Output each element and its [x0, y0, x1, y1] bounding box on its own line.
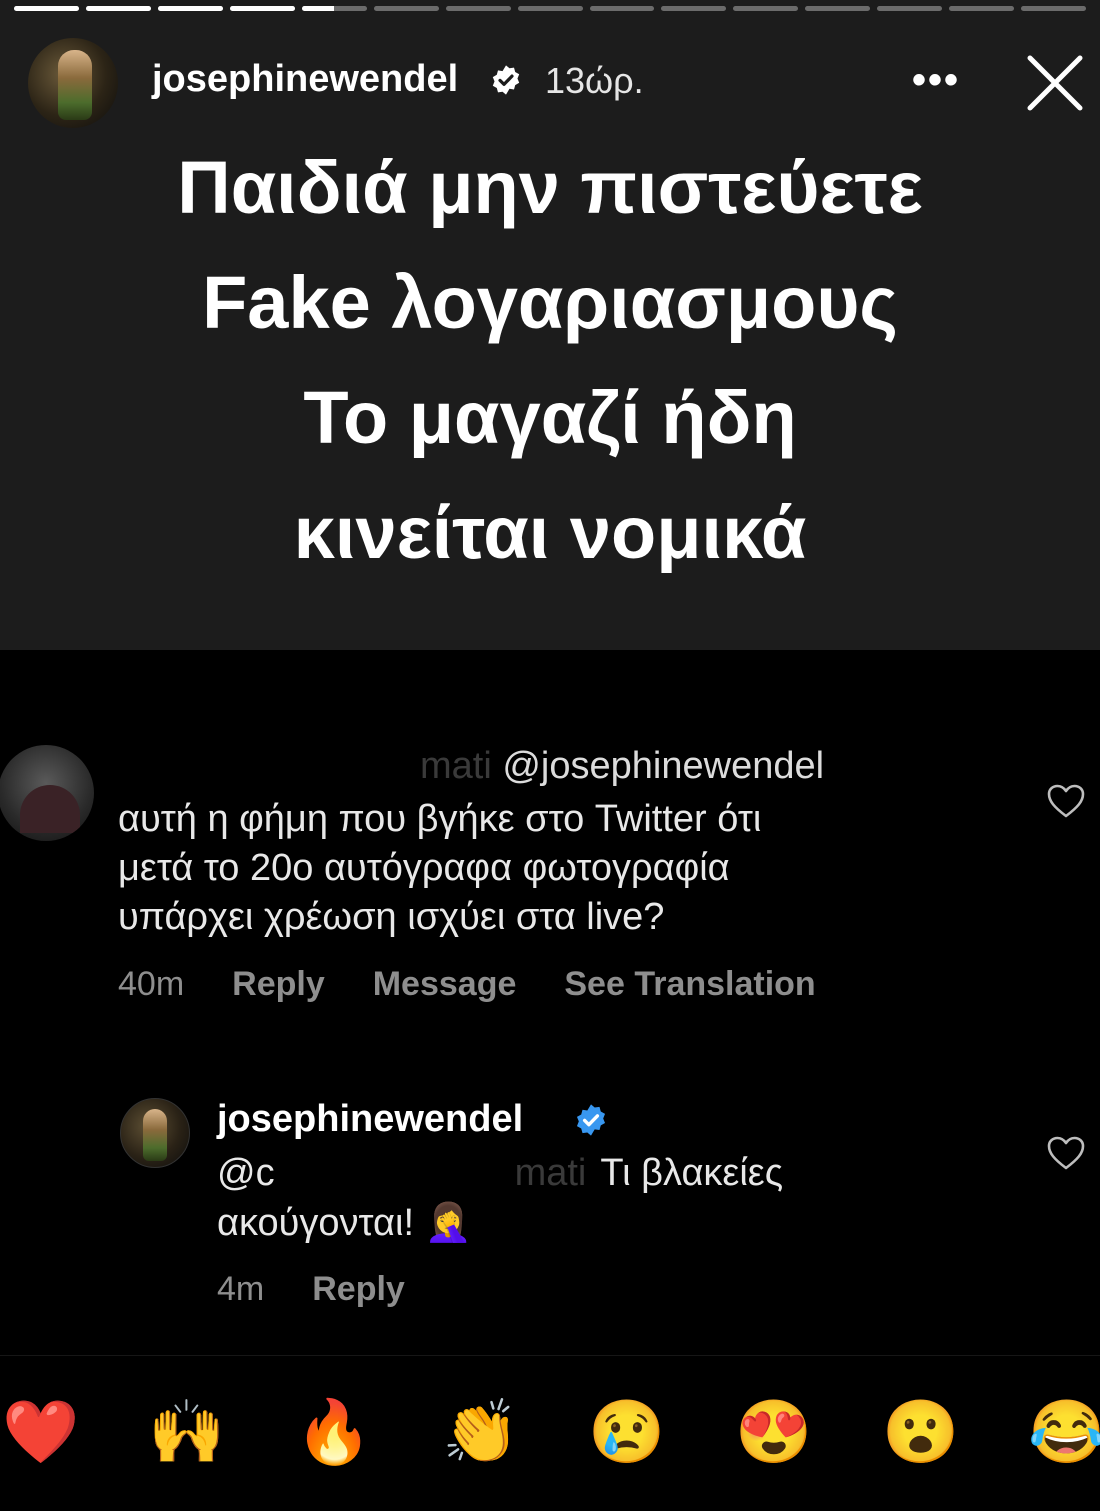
- verified-badge-icon: [492, 65, 520, 95]
- story-text-line: Το μαγαζί ήδη: [303, 376, 797, 459]
- reply-time: 4m: [217, 1270, 265, 1308]
- story-progress-segment: [805, 6, 871, 11]
- story-author-avatar[interactable]: [28, 38, 118, 128]
- reply-button[interactable]: Reply: [232, 965, 325, 1003]
- story-text-overlay: Παιδιά μην πιστεύετε Fake λογαριασμους Τ…: [0, 130, 1100, 590]
- reply-text-line: ακούγονται!: [217, 1202, 414, 1244]
- story-author-username[interactable]: josephinewendel: [152, 58, 458, 101]
- reaction-laughing[interactable]: 😂: [1028, 1395, 1100, 1471]
- see-translation-button[interactable]: See Translation: [564, 965, 815, 1003]
- more-options-button[interactable]: •••: [912, 58, 960, 103]
- reply-text-line: Τι βλακείες: [600, 1152, 784, 1194]
- story-progress-segment: [877, 6, 943, 11]
- reaction-surprised[interactable]: 😮: [882, 1395, 959, 1471]
- story-text-line: Fake λογαριασμους: [202, 261, 898, 344]
- story-progress-segment: [301, 6, 367, 11]
- story-progress-segment: [733, 6, 799, 11]
- comment-text: αυτή η φήμη που βγήκε στο Twitter ότι με…: [118, 795, 998, 942]
- reaction-fire[interactable]: 🔥: [295, 1395, 372, 1471]
- reply-text: @c mati Τι βλακείες ακούγονται! 🤦‍♀️: [217, 1148, 783, 1248]
- commenter-username[interactable]: mati: [420, 745, 492, 787]
- story-progress-segment: [589, 6, 655, 11]
- comment-text-line: υπάρχει χρέωση ισχύει στα live?: [118, 896, 665, 938]
- story-progress-segment: [517, 6, 583, 11]
- story-timestamp: 13ώρ.: [545, 60, 644, 101]
- story-progress-segment: [445, 6, 511, 11]
- story-progress-segment: [1021, 6, 1087, 11]
- divider: [0, 1355, 1100, 1356]
- comment-meta: 40m Reply Message See Translation: [118, 965, 864, 1004]
- story-text-line: κινείται νομικά: [293, 491, 807, 574]
- story-progress-segment: [949, 6, 1015, 11]
- face-palm-emoji: 🤦‍♀️: [424, 1202, 472, 1244]
- comment-text-line: μετά το 20ο αυτόγραφα φωτογραφία: [118, 847, 730, 889]
- story-panel: josephinewendel 13ώρ. ••• Παιδιά μην πισ…: [0, 0, 1100, 650]
- reaction-crying[interactable]: 😢: [588, 1395, 665, 1471]
- reply-author-username[interactable]: josephinewendel: [217, 1098, 523, 1141]
- story-progress-segment: [661, 6, 727, 11]
- reaction-heart[interactable]: ❤️: [2, 1395, 79, 1471]
- comment-mention[interactable]: @josephinewendel: [502, 745, 824, 787]
- comment-text-line: αυτή η φήμη που βγήκε στο Twitter ότι: [118, 798, 762, 840]
- story-progress-bar: [14, 6, 1087, 12]
- comment-header: mati @josephinewendel: [420, 745, 824, 788]
- story-progress-segment: [373, 6, 439, 11]
- reaction-raising-hands[interactable]: 🙌: [148, 1395, 225, 1471]
- story-progress-segment: [229, 6, 295, 11]
- comment-time: 40m: [118, 965, 185, 1003]
- like-heart-icon[interactable]: [1046, 1135, 1086, 1171]
- quick-reactions-bar: ❤️ 🙌 🔥 👏 😢 😍 😮 😂: [0, 1395, 1100, 1485]
- message-button[interactable]: Message: [373, 965, 517, 1003]
- reply-mention-fragment[interactable]: mati: [515, 1152, 587, 1194]
- reply-mention[interactable]: @c: [217, 1152, 275, 1194]
- story-progress-segment: [85, 6, 151, 11]
- verified-badge-icon: [576, 1104, 606, 1136]
- close-icon[interactable]: [1026, 54, 1084, 112]
- story-progress-segment: [157, 6, 223, 11]
- story-progress-segment: [14, 6, 79, 11]
- reaction-heart-eyes[interactable]: 😍: [735, 1395, 812, 1471]
- commenter-avatar[interactable]: [0, 745, 94, 841]
- like-heart-icon[interactable]: [1046, 783, 1086, 819]
- reply-author-avatar[interactable]: [120, 1098, 190, 1168]
- reply-button[interactable]: Reply: [312, 1270, 405, 1308]
- reaction-clapping[interactable]: 👏: [442, 1395, 519, 1471]
- story-text-line: Παιδιά μην πιστεύετε: [177, 146, 923, 229]
- reply-meta: 4m Reply: [217, 1270, 453, 1309]
